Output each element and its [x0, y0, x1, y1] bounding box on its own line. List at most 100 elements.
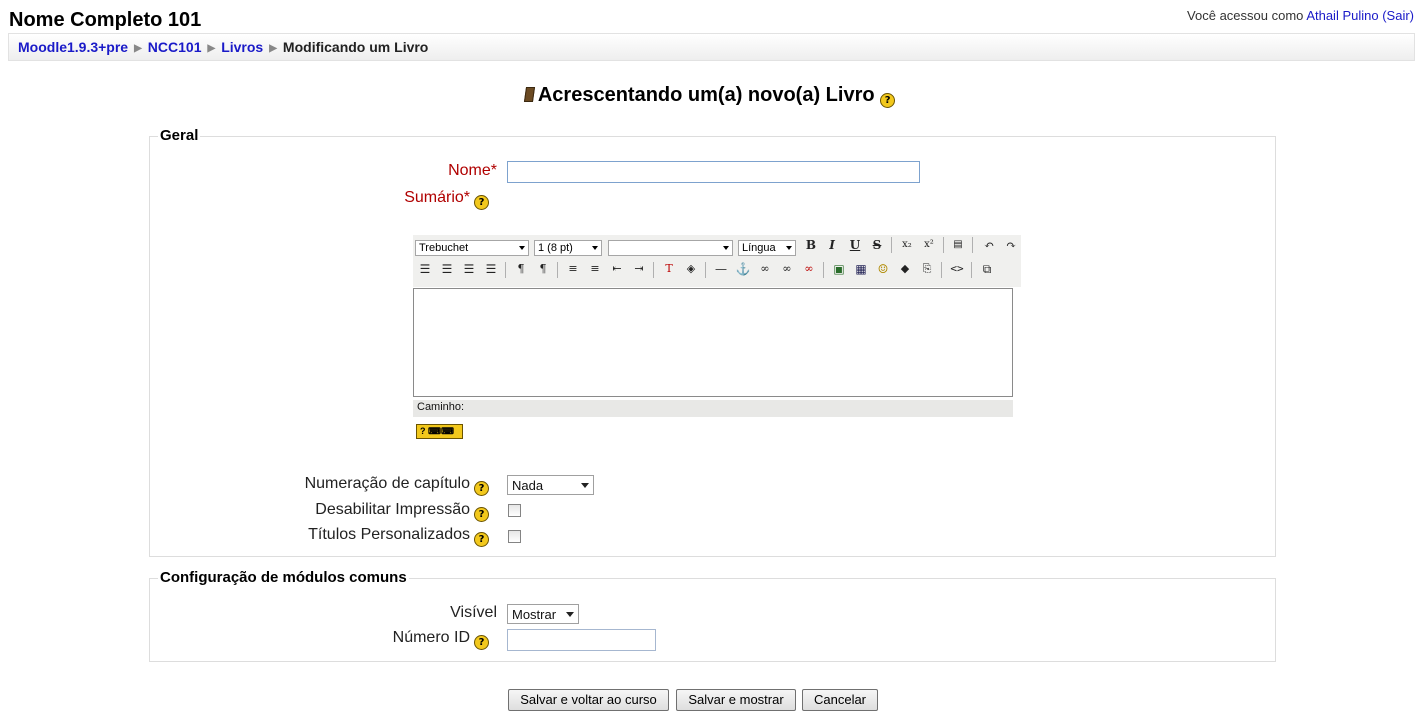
unlink-icon[interactable]: ∞ — [777, 260, 797, 278]
logout-link[interactable]: (Sair) — [1382, 8, 1414, 23]
italic-icon[interactable]: I — [822, 236, 842, 254]
help-icon[interactable]: ? — [880, 93, 896, 108]
align-right-icon[interactable]: ☰ — [459, 260, 479, 278]
strikethrough-icon[interactable]: S — [867, 236, 887, 254]
font-select[interactable]: Trebuchet — [415, 240, 529, 256]
id-number-label: Número ID? — [392, 629, 489, 650]
justify-icon[interactable]: ☰ — [481, 260, 501, 278]
editor-toolbar: Trebuchet 1 (8 pt) Língua B I U S x₂ x² … — [413, 235, 1021, 287]
toolbar-divider — [557, 262, 558, 278]
paste-word-icon[interactable]: ▤ — [948, 236, 968, 254]
disable-print-label-text: Desabilitar Impressão — [315, 501, 470, 518]
toolbar-divider — [653, 262, 654, 278]
toolbar-divider — [891, 237, 892, 253]
visible-select[interactable]: Mostrar — [507, 604, 579, 624]
common-legend: Configuração de módulos comuns — [158, 569, 409, 586]
breadcrumb: Moodle1.9.3+pre ▶ NCC101 ▶ Livros ▶ Modificand… — [8, 33, 1415, 61]
toolbar-divider — [823, 262, 824, 278]
breadcrumb-separator-icon: ▶ — [207, 43, 216, 54]
breadcrumb-books[interactable]: Livros — [221, 39, 263, 55]
chevron-down-icon — [581, 483, 589, 488]
summary-editor[interactable] — [413, 288, 1013, 397]
underline-icon[interactable]: U — [845, 236, 865, 254]
rtl-icon[interactable]: ¶ — [533, 260, 553, 278]
disable-print-checkbox[interactable] — [508, 504, 521, 517]
visible-label: Visível — [450, 604, 497, 622]
anchor-icon[interactable]: ⚓ — [733, 260, 753, 278]
html-source-icon[interactable]: <> — [947, 260, 967, 278]
cancel-button[interactable]: Cancelar — [802, 689, 878, 711]
numbering-label-text: Numeração de capítulo — [304, 475, 470, 492]
format-select[interactable] — [608, 240, 733, 256]
outdent-icon[interactable]: ⇤ — [607, 260, 627, 278]
undo-icon[interactable]: ↶ — [979, 236, 999, 254]
keyboard-help-icon[interactable]: ? ⌨⌨ — [416, 424, 463, 439]
toolbar-divider — [972, 237, 973, 253]
help-icon[interactable]: ? — [474, 481, 489, 496]
table-icon[interactable]: ▦ — [851, 260, 871, 278]
toolbar-divider — [505, 262, 506, 278]
help-icon[interactable]: ? — [474, 507, 489, 522]
login-info: Você acessou como Athail Pulino (Sair) — [1187, 8, 1414, 23]
visible-select-value: Mostrar — [512, 607, 557, 622]
custom-titles-checkbox[interactable] — [508, 530, 521, 543]
common-fieldset — [149, 578, 1276, 662]
help-icon[interactable]: ? — [474, 532, 489, 547]
superscript-icon[interactable]: x² — [919, 236, 939, 254]
search-replace-icon[interactable]: ⎘ — [917, 260, 937, 278]
background-color-icon[interactable]: ◈ — [681, 260, 701, 278]
language-select[interactable]: Língua — [738, 240, 796, 256]
align-center-icon[interactable]: ☰ — [437, 260, 457, 278]
name-label: Nome* — [448, 162, 497, 180]
link-icon[interactable]: ∞ — [755, 260, 775, 278]
redo-icon[interactable]: ↷ — [1001, 236, 1021, 254]
ordered-list-icon[interactable]: ≡ — [563, 260, 583, 278]
help-icon[interactable]: ? — [474, 195, 489, 210]
id-number-input[interactable] — [507, 629, 656, 651]
unordered-list-icon[interactable]: ≡ — [585, 260, 605, 278]
breadcrumb-home[interactable]: Moodle1.9.3+pre — [18, 39, 128, 55]
custom-titles-label: Títulos Personalizados? — [308, 526, 489, 547]
user-link[interactable]: Athail Pulino — [1306, 8, 1378, 23]
help-icon[interactable]: ? — [474, 635, 489, 650]
custom-titles-label-text: Títulos Personalizados — [308, 526, 470, 543]
special-char-icon[interactable]: ◆ — [895, 260, 915, 278]
text-color-icon[interactable]: T — [659, 260, 679, 278]
nolink-icon[interactable]: ∞ — [799, 260, 819, 278]
chevron-down-icon — [519, 246, 525, 250]
id-number-label-text: Número ID — [392, 629, 470, 646]
indent-icon[interactable]: ⇥ — [629, 260, 649, 278]
size-select[interactable]: 1 (8 pt) — [534, 240, 602, 256]
save-display-button[interactable]: Salvar e mostrar — [676, 689, 796, 711]
name-label-text: Nome* — [448, 162, 497, 179]
breadcrumb-current: Modificando um Livro — [282, 39, 429, 55]
breadcrumb-course[interactable]: NCC101 — [148, 39, 202, 55]
chevron-down-icon — [723, 246, 729, 250]
align-left-icon[interactable]: ☰ — [415, 260, 435, 278]
page-title: Acrescentando um(a) novo(a) Livro — [537, 84, 875, 106]
keyboard-help-text: ? — [420, 426, 426, 436]
chevron-down-icon — [786, 246, 792, 250]
disable-print-label: Desabilitar Impressão? — [315, 501, 489, 522]
chevron-down-icon — [566, 612, 574, 617]
subscript-icon[interactable]: x₂ — [897, 236, 917, 254]
numbering-select-value: Nada — [512, 478, 544, 493]
numbering-select[interactable]: Nada — [507, 475, 594, 495]
fullscreen-icon[interactable]: ⧉ — [977, 260, 997, 278]
horizontal-rule-icon[interactable]: — — [711, 260, 731, 278]
font-select-value: Trebuchet — [419, 242, 469, 254]
site-title: Nome Completo 101 — [9, 9, 202, 31]
ltr-icon[interactable]: ¶ — [511, 260, 531, 278]
breadcrumb-separator-icon: ▶ — [269, 43, 277, 54]
name-input[interactable] — [507, 161, 920, 183]
language-select-value: Língua — [742, 242, 776, 254]
image-icon[interactable]: ▣ — [829, 260, 849, 278]
toolbar-divider — [943, 237, 944, 253]
toolbar-divider — [971, 262, 972, 278]
summary-label: Sumário*? — [404, 189, 489, 210]
path-label: Caminho: — [417, 401, 465, 413]
bold-icon[interactable]: B — [801, 236, 821, 254]
save-return-button[interactable]: Salvar e voltar ao curso — [508, 689, 669, 711]
general-legend: Geral — [158, 127, 201, 144]
smiley-icon[interactable]: ☺ — [873, 260, 893, 278]
